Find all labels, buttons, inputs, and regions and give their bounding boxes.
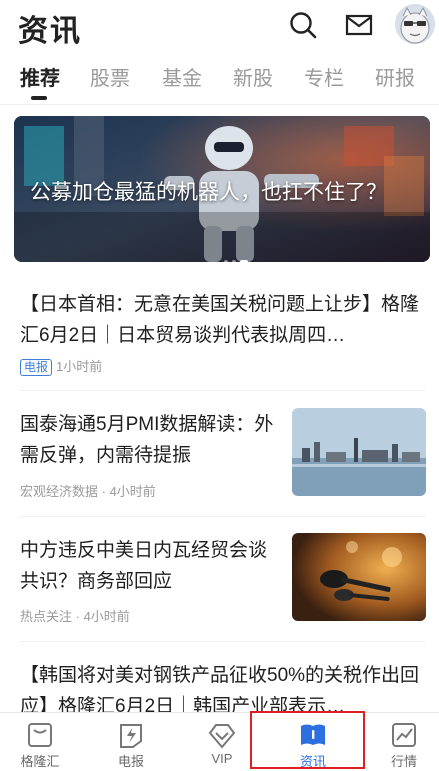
timestamp: 1小时前 <box>56 359 103 374</box>
highlight-box <box>250 711 365 769</box>
news-thumbnail[interactable] <box>292 408 426 496</box>
carousel-dot <box>232 260 236 262</box>
news-thumbnail[interactable] <box>292 533 426 621</box>
divider <box>0 104 439 105</box>
telegraph-badge: 电报 <box>20 359 53 376</box>
tab-funds[interactable]: 基金 <box>162 62 202 91</box>
nav-label: 格隆汇 <box>20 754 60 769</box>
microphone-image <box>292 533 426 621</box>
tab-stocks[interactable]: 股票 <box>90 62 130 91</box>
timestamp: 4小时前 <box>109 484 156 499</box>
news-item-meta: 热点关注 · 4小时前 <box>20 609 130 624</box>
nav-telegraph[interactable]: 电报 <box>91 713 171 771</box>
search-icon[interactable] <box>288 10 318 40</box>
chart-icon <box>392 723 416 747</box>
lightning-icon <box>120 724 142 748</box>
vip-icon <box>208 724 236 749</box>
gelonghui-icon <box>28 723 52 747</box>
page-title: 资讯 <box>18 15 82 48</box>
nav-label: 行情 <box>390 754 417 769</box>
divider <box>20 516 425 517</box>
carousel-dots <box>224 251 252 262</box>
timestamp: 4小时前 <box>83 609 130 624</box>
tab-columns[interactable]: 专栏 <box>304 62 344 91</box>
news-item-meta: 电报 1小时前 <box>20 356 102 376</box>
banner-title: 公募加仓最猛的机器人，也扛不住了？ <box>30 181 387 204</box>
avatar-face-icon <box>395 4 435 44</box>
nav-gelonghui[interactable]: 格隆汇 <box>0 713 80 771</box>
carousel-dot-active <box>240 260 248 262</box>
port-skyline-image <box>292 408 426 496</box>
nav-market[interactable]: 行情 <box>364 713 439 771</box>
tab-recommend[interactable]: 推荐 <box>20 62 60 91</box>
header: 资讯 <box>0 0 439 56</box>
news-item-title[interactable]: 中方违反中美日内瓦经贸会谈共识？商务部回应 <box>20 535 282 597</box>
tab-bar: 推荐 股票 基金 新股 专栏 研报 <box>0 56 439 100</box>
tab-active-indicator <box>31 96 47 100</box>
news-source: 宏观经济数据 <box>20 484 99 499</box>
news-item-title[interactable]: 国泰海通5月PMI数据解读：外需反弹，内需待提振 <box>20 409 282 471</box>
carousel-dot <box>224 260 228 262</box>
banner-carousel[interactable]: 公募加仓最猛的机器人，也扛不住了？ <box>14 116 430 262</box>
news-source: 热点关注 <box>20 609 73 624</box>
nav-label: 电报 <box>117 754 144 769</box>
bottom-nav: 格隆汇 电报 VIP 资讯 行情 <box>0 712 439 771</box>
tab-research[interactable]: 研报 <box>375 62 415 91</box>
divider <box>20 390 425 391</box>
avatar[interactable] <box>395 4 435 44</box>
news-item-title[interactable]: 【日本首相：无意在美国关税问题上让步】格隆汇6月2日｜日本贸易谈判代表拟周四… <box>20 289 425 351</box>
tab-ipo[interactable]: 新股 <box>233 62 273 91</box>
news-item-meta: 宏观经济数据 · 4小时前 <box>20 484 156 499</box>
divider <box>20 641 425 642</box>
mail-icon[interactable] <box>344 10 374 40</box>
